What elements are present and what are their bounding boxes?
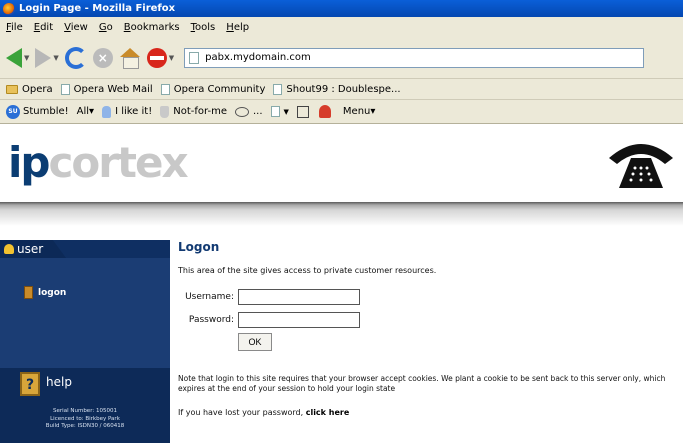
username-input[interactable] — [238, 289, 360, 305]
user-tab[interactable]: user — [0, 240, 66, 258]
build-type: Build Type: ISDN30 / 060418 — [45, 423, 125, 429]
reload-button[interactable] — [64, 46, 87, 69]
page-icon — [60, 83, 70, 95]
help-link[interactable]: help — [46, 375, 72, 389]
bookmarks-toolbar: Opera Opera Web Mail Opera Community Sho… — [0, 79, 683, 100]
send-button[interactable]: ▼ — [270, 106, 289, 117]
firefox-icon — [3, 2, 15, 15]
address-bar[interactable]: pabx.mydomain.com — [184, 47, 645, 68]
chevron-down-icon[interactable]: ▼ — [24, 54, 29, 62]
license-info: Serial Number: 105001 Licenced to: Birkb… — [0, 408, 170, 431]
page-icon — [273, 83, 283, 95]
comment-button[interactable]: ... — [234, 106, 263, 117]
username-label: Username: — [185, 292, 234, 302]
licenced-to: Licenced to: Birkbey Park — [50, 415, 120, 422]
sidebar-item-logon[interactable]: logon — [24, 286, 66, 299]
forward-arrow-icon — [35, 47, 52, 68]
menu-file[interactable]: File — [6, 22, 23, 33]
speech-bubble-icon — [234, 106, 249, 117]
stumble-button[interactable]: SU Stumble! — [6, 104, 69, 119]
menu-tools[interactable]: Tools — [191, 22, 216, 33]
profile-button[interactable] — [318, 105, 335, 118]
ipcortex-logo: ipcortex — [8, 138, 189, 187]
page-icon — [189, 51, 200, 64]
back-button[interactable]: ▼ — [6, 47, 29, 68]
navigation-toolbar: ▼ ▼ × ▼ pabx.mydomain.com — [0, 37, 683, 79]
all-dropdown[interactable]: All▾ — [77, 106, 94, 117]
bookmark-opera-community[interactable]: Opera Community — [160, 83, 265, 95]
thumbs-down-icon — [160, 105, 170, 118]
page-icon — [160, 83, 170, 95]
serial-number: Serial Number: 105001 — [53, 408, 117, 414]
thumbs-up-icon — [102, 105, 112, 118]
help-icon[interactable]: ? — [20, 372, 40, 396]
user-icon — [4, 244, 14, 254]
password-input[interactable] — [238, 312, 360, 328]
url-text[interactable]: pabx.mydomain.com — [205, 52, 311, 63]
bookmark-opera[interactable]: Opera — [6, 84, 53, 95]
bookmark-opera-web-mail[interactable]: Opera Web Mail — [60, 83, 153, 95]
chevron-down-icon[interactable]: ▼ — [284, 108, 289, 116]
stop-icon: × — [92, 47, 113, 68]
menu-go[interactable]: Go — [99, 22, 113, 33]
door-icon — [24, 286, 33, 299]
help-section: ? help Serial Number: 105001 Licenced to… — [0, 368, 170, 443]
folder-icon — [6, 84, 18, 94]
ok-button[interactable]: OK — [238, 333, 272, 351]
stumbleupon-toolbar: SU Stumble! All▾ I like it! Not-for-me .… — [0, 100, 683, 124]
reload-icon — [64, 46, 87, 69]
not-for-me-button[interactable]: Not-for-me — [160, 105, 227, 118]
stumble-home-button[interactable] — [296, 105, 311, 118]
forward-button[interactable]: ▼ — [35, 47, 59, 68]
window-title: Login Page - Mozilla Firefox — [19, 3, 176, 14]
menu-edit[interactable]: Edit — [34, 22, 53, 33]
back-arrow-icon — [6, 47, 22, 68]
click-here-link[interactable]: click here — [306, 408, 350, 417]
window-titlebar: Login Page - Mozilla Firefox — [0, 0, 683, 17]
sidebar: user logon ? help Serial Number: 105001 … — [0, 240, 170, 443]
intro-text: This area of the site gives access to pr… — [178, 266, 437, 275]
cookie-notice: Note that login to this site requires th… — [178, 374, 666, 393]
no-entry-icon — [146, 47, 167, 68]
site-banner: ipcortex — [0, 124, 683, 202]
main-content: Logon This area of the site gives access… — [178, 240, 683, 443]
like-button[interactable]: I like it! — [102, 105, 152, 118]
person-icon — [318, 105, 331, 118]
stumble-menu[interactable]: Menu▾ — [343, 106, 375, 117]
stop-button[interactable]: × — [92, 47, 113, 68]
lost-password-text: If you have lost your password, click he… — [178, 408, 350, 417]
home-button[interactable] — [119, 47, 141, 69]
home-icon — [296, 105, 309, 118]
adblock-button[interactable]: ▼ — [146, 47, 174, 68]
bookmark-shout99[interactable]: Shout99 : Doublespe... — [273, 83, 401, 95]
menu-bar: File Edit View Go Bookmarks Tools Help — [0, 17, 683, 37]
menu-help[interactable]: Help — [226, 22, 249, 33]
chevron-down-icon[interactable]: ▼ — [169, 54, 174, 62]
banner-shadow-divider — [0, 202, 683, 228]
phone-logo-icon — [609, 144, 673, 188]
page-title: Logon — [178, 240, 220, 254]
password-label: Password: — [188, 315, 234, 325]
chevron-down-icon[interactable]: ▼ — [53, 54, 58, 62]
send-page-icon — [270, 106, 280, 117]
home-icon — [119, 47, 141, 69]
stumbleupon-icon: SU — [6, 104, 20, 119]
user-menu: logon — [0, 258, 170, 368]
menu-bookmarks[interactable]: Bookmarks — [124, 22, 180, 33]
menu-view[interactable]: View — [64, 22, 88, 33]
